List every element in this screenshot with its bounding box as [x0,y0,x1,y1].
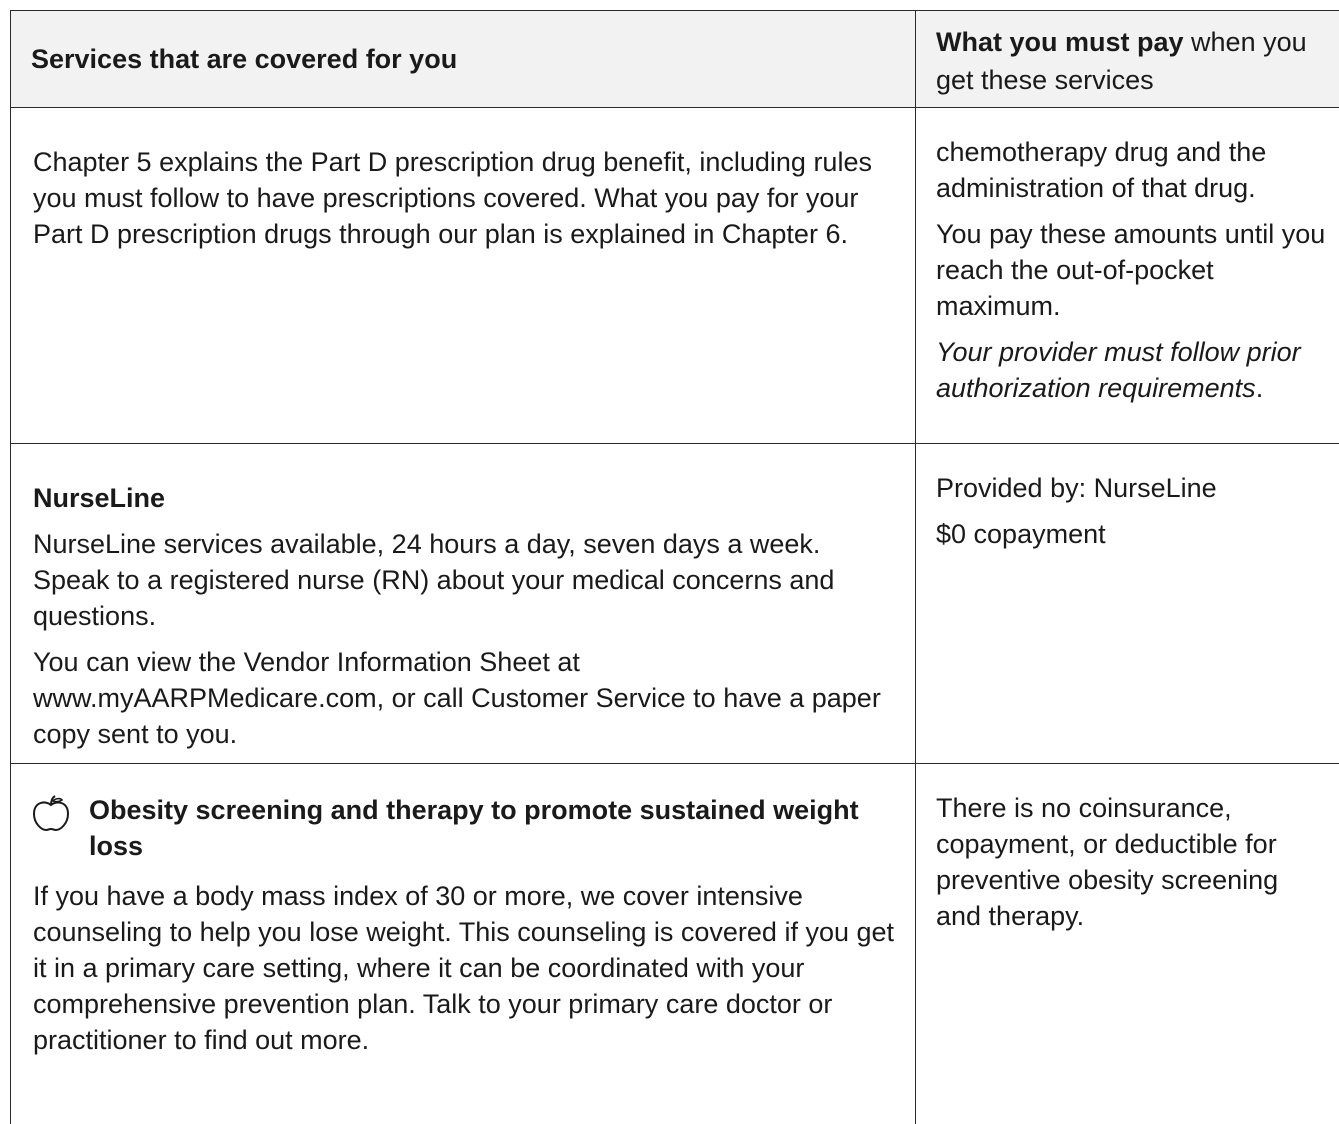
table-header-row: Services that are covered for you What y… [10,10,1339,108]
obesity-cost-text: There is no coinsurance, copayment, or d… [936,793,1279,931]
prior-auth-period: . [1255,373,1264,403]
row-part-d-cost: chemotherapy drug and the administration… [915,107,1339,444]
row-nurseline-description: NurseLine NurseLine services available, … [10,443,916,764]
part-d-cost-text-2: You pay these amounts until you reach th… [936,219,1326,321]
nurseline-title: NurseLine [33,483,166,513]
obesity-heading: Obesity screening and therapy to promote… [31,792,895,864]
table-row-nurseline: NurseLine NurseLine services available, … [10,443,1339,764]
row-part-d-description: Chapter 5 explains the Part D prescripti… [10,107,916,444]
benefits-table: Services that are covered for you What y… [10,10,1339,1124]
part-d-cost-text-1: chemotherapy drug and the administration… [936,137,1267,203]
part-d-prior-auth-note: Your provider must follow prior authoriz… [936,334,1330,406]
row-obesity-cost: There is no coinsurance, copayment, or d… [915,763,1339,1124]
obesity-title: Obesity screening and therapy to promote… [89,795,859,861]
row-obesity-description: Obesity screening and therapy to promote… [10,763,916,1124]
header-services-covered: Services that are covered for you [10,10,916,108]
table-row-part-d: Chapter 5 explains the Part D prescripti… [10,107,1339,444]
nurseline-copayment: $0 copayment [936,519,1106,549]
header-what-you-pay: What you must pay when you get these ser… [915,10,1339,108]
nurseline-text-2: You can view the Vendor Information Shee… [33,647,881,749]
prior-auth-italic: Your provider must follow prior authoriz… [936,337,1301,403]
obesity-text: If you have a body mass index of 30 or m… [33,881,895,1055]
nurseline-text-1: NurseLine services available, 24 hours a… [33,529,835,631]
nurseline-provider: Provided by: NurseLine [936,473,1217,503]
part-d-text: Chapter 5 explains the Part D prescripti… [33,147,872,249]
header-what-you-pay-bold: What you must pay [936,27,1184,57]
table-row-obesity: Obesity screening and therapy to promote… [10,763,1339,1124]
apple-icon [31,794,71,843]
row-nurseline-cost: Provided by: NurseLine $0 copayment [915,443,1339,764]
